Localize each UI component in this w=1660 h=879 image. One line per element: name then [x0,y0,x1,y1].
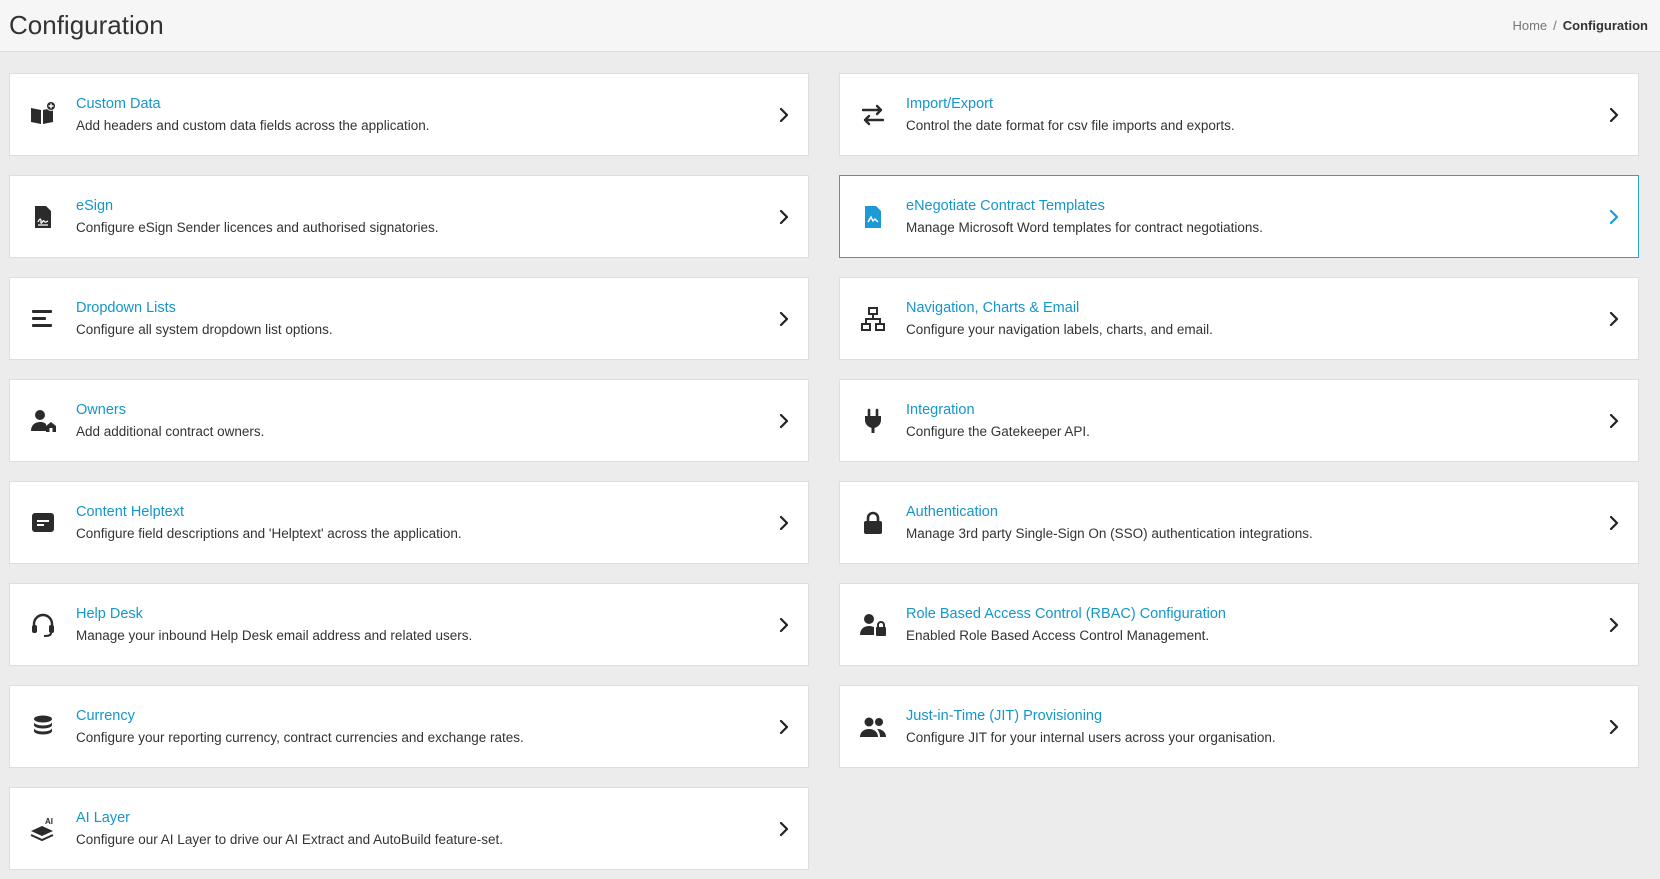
card-text: Import/Export Control the date format for… [906,96,1604,133]
chevron-right-icon[interactable] [774,819,794,839]
card-text: Custom Data Add headers and custom data f… [76,96,774,133]
user-lock-icon [840,611,906,639]
card-text: Dropdown Lists Configure all system dropd… [76,300,774,337]
card-text: Help Desk Manage your inbound Help Desk e… [76,606,774,643]
card-description: Configure the Gatekeeper API. [906,424,1090,439]
card-description: Configure JIT for your internal users ac… [906,730,1276,745]
breadcrumb-home-link[interactable]: Home [1512,18,1547,33]
card-text: Currency Configure your reporting currenc… [76,708,774,745]
card-text: Navigation, Charts & Email Configure your… [906,300,1604,337]
config-card-help-desk[interactable]: Help Desk Manage your inbound Help Desk e… [9,583,809,666]
card-description: Configure your reporting currency, contr… [76,730,524,745]
chevron-right-icon[interactable] [1604,309,1624,329]
chevron-right-icon[interactable] [1604,411,1624,431]
chevron-right-icon[interactable] [774,309,794,329]
svg-text:AI: AI [45,817,53,826]
card-title-link[interactable]: AI Layer [76,810,774,826]
breadcrumb-current: Configuration [1562,18,1648,33]
card-text: eNegotiate Contract Templates Manage Micr… [906,198,1604,235]
card-title-link[interactable]: Import/Export [906,96,1604,112]
config-card-dropdown-lists[interactable]: Dropdown Lists Configure all system dropd… [9,277,809,360]
card-text: Content Helptext Configure field descript… [76,504,774,541]
card-title-link[interactable]: Dropdown Lists [76,300,774,316]
config-card-owners[interactable]: Owners Add additional contract owners. [9,379,809,462]
card-text: Authentication Manage 3rd party Single-Si… [906,504,1604,541]
config-card-navigation-charts-email[interactable]: Navigation, Charts & Email Configure your… [839,277,1639,360]
config-card-currency[interactable]: Currency Configure your reporting currenc… [9,685,809,768]
chevron-right-icon[interactable] [1604,513,1624,533]
breadcrumb: Home / Configuration [1512,18,1648,33]
list-lines-icon [10,305,76,333]
document-template-icon [840,203,906,231]
chevron-right-icon[interactable] [1604,717,1624,737]
book-plus-icon [10,100,76,129]
signed-document-icon [10,203,76,231]
chevron-right-icon[interactable] [774,717,794,737]
card-title-link[interactable]: Help Desk [76,606,774,622]
page-title: Configuration [9,10,164,40]
card-title-link[interactable]: Integration [906,402,1604,418]
config-card-authentication[interactable]: Authentication Manage 3rd party Single-Si… [839,481,1639,564]
user-home-icon [10,407,76,435]
card-text: eSign Configure eSign Sender licences and… [76,198,774,235]
chevron-right-icon[interactable] [774,615,794,635]
config-card-integration[interactable]: Integration Configure the Gatekeeper API. [839,379,1639,462]
chevron-right-icon[interactable] [1604,105,1624,125]
card-text: Integration Configure the Gatekeeper API. [906,402,1604,439]
card-title-link[interactable]: Custom Data [76,96,774,112]
headset-icon [10,611,76,639]
config-card-ai-layer[interactable]: AI AI Layer Configure our AI Layer to driv… [9,787,809,870]
card-title-link[interactable]: Navigation, Charts & Email [906,300,1604,316]
card-text: Just-in-Time (JIT) Provisioning Configure… [906,708,1604,745]
card-description: Configure our AI Layer to drive our AI E… [76,832,503,847]
card-text: Role Based Access Control (RBAC) Configu… [906,606,1604,643]
message-box-icon [10,509,76,537]
card-description: Manage your inbound Help Desk email addr… [76,628,473,643]
lock-icon [840,509,906,537]
card-description: Add additional contract owners. [76,424,265,439]
card-description: Control the date format for csv file imp… [906,118,1235,133]
card-title-link[interactable]: Content Helptext [76,504,774,520]
config-card-custom-data[interactable]: Custom Data Add headers and custom data f… [9,73,809,156]
card-description: Configure all system dropdown list optio… [76,322,333,337]
page-header: Configuration Home / Configuration [0,0,1660,52]
card-text: AI Layer Configure our AI Layer to drive … [76,810,774,847]
chevron-right-icon[interactable] [1604,615,1624,635]
card-description: Manage Microsoft Word templates for cont… [906,220,1263,235]
config-card-just-in-time-jit-provisioning[interactable]: Just-in-Time (JIT) Provisioning Configure… [839,685,1639,768]
card-text: Owners Add additional contract owners. [76,402,774,439]
config-card-grid: Custom Data Add headers and custom data f… [9,73,1639,870]
chevron-right-icon[interactable] [1604,207,1624,227]
sitemap-icon [840,305,906,333]
ai-layers-icon: AI [10,815,76,843]
breadcrumb-separator: / [1553,18,1557,33]
card-title-link[interactable]: Owners [76,402,774,418]
config-card-content-helptext[interactable]: Content Helptext Configure field descript… [9,481,809,564]
card-description: Manage 3rd party Single-Sign On (SSO) au… [906,526,1313,541]
plug-icon [840,407,906,435]
chevron-right-icon[interactable] [774,513,794,533]
config-card-enegotiate-contract-templates[interactable]: eNegotiate Contract Templates Manage Micr… [839,175,1639,258]
card-description: Configure field descriptions and 'Helpte… [76,526,462,541]
arrows-swap-icon [840,101,906,129]
card-description: Add headers and custom data fields acros… [76,118,430,133]
chevron-right-icon[interactable] [774,105,794,125]
card-description: Configure eSign Sender licences and auth… [76,220,439,235]
config-card-import-export[interactable]: Import/Export Control the date format for… [839,73,1639,156]
card-title-link[interactable]: Currency [76,708,774,724]
coins-stack-icon [10,713,76,741]
card-description: Enabled Role Based Access Control Manage… [906,628,1210,643]
card-title-link[interactable]: Role Based Access Control (RBAC) Configu… [906,606,1604,622]
config-card-esign[interactable]: eSign Configure eSign Sender licences and… [9,175,809,258]
users-icon [840,713,906,741]
card-title-link[interactable]: eSign [76,198,774,214]
config-card-role-based-access-control-rbac-configuration[interactable]: Role Based Access Control (RBAC) Configu… [839,583,1639,666]
chevron-right-icon[interactable] [774,207,794,227]
card-title-link[interactable]: Just-in-Time (JIT) Provisioning [906,708,1604,724]
card-description: Configure your navigation labels, charts… [906,322,1213,337]
card-title-link[interactable]: eNegotiate Contract Templates [906,198,1604,214]
card-title-link[interactable]: Authentication [906,504,1604,520]
chevron-right-icon[interactable] [774,411,794,431]
